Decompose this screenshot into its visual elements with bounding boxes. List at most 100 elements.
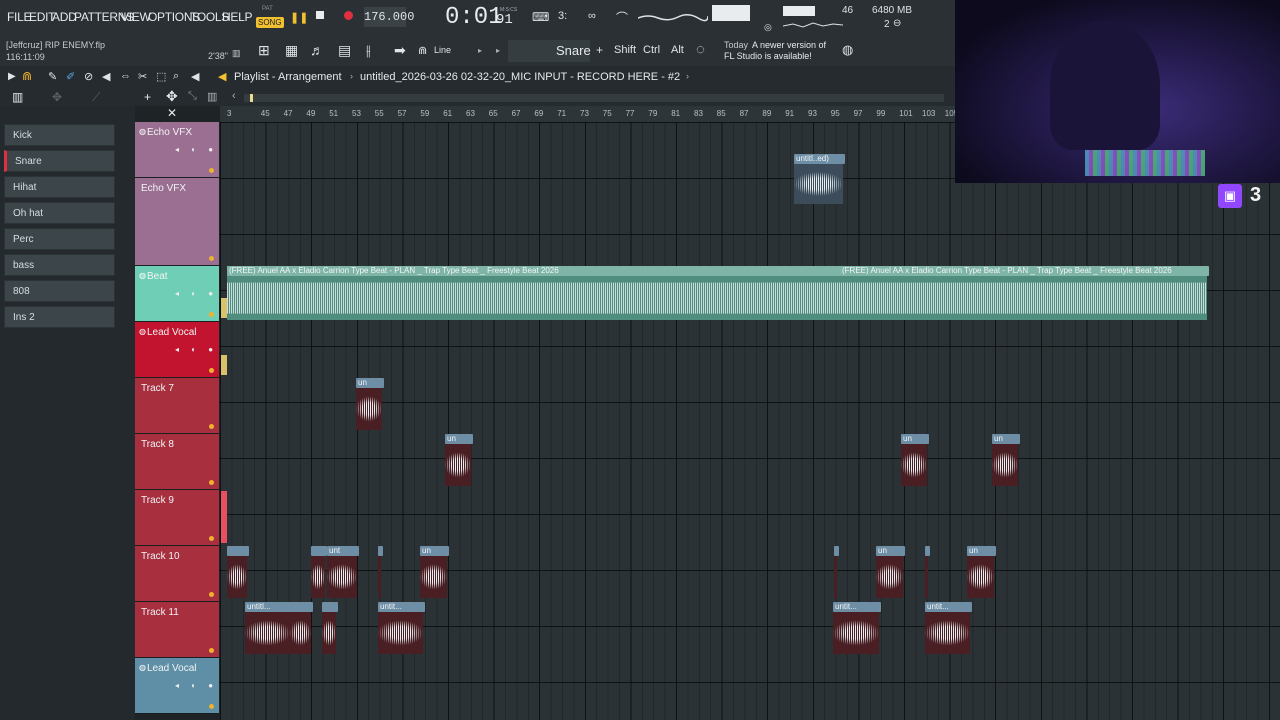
track-name[interactable]: Track 10	[141, 551, 180, 562]
track-header[interactable]: Track 8	[135, 434, 219, 490]
speaker-icon[interactable]: ◀	[218, 70, 226, 83]
picker-item-perc[interactable]: Perc	[4, 228, 115, 250]
clip-track8[interactable]: un	[445, 434, 473, 486]
stop-button[interactable]	[316, 11, 324, 19]
clip-track10[interactable]: un	[876, 546, 905, 598]
magnet-icon[interactable]: ⋒	[418, 44, 427, 57]
track-mute-solo-controls[interactable]: ◂ ◐ ●	[175, 289, 218, 298]
snap-magnet-icon[interactable]: ⋒	[22, 69, 32, 83]
clip-track11[interactable]: untitl...	[245, 602, 292, 654]
track-name[interactable]: Track 11	[141, 607, 179, 618]
record-button[interactable]	[344, 11, 353, 20]
plugin-picker-icon[interactable]: ⫲	[366, 42, 371, 59]
snap-icon[interactable]: ▥	[232, 48, 241, 59]
channel-rack-icon[interactable]: ▦	[285, 42, 298, 59]
speech-bubble-icon[interactable]: ◌	[696, 41, 705, 58]
playlist-icon[interactable]: ⊞	[258, 42, 270, 59]
track-header[interactable]: Track 9	[135, 490, 219, 546]
track-header[interactable]: Track 10	[135, 546, 219, 602]
snap-dropdown-icon[interactable]: ▸	[478, 46, 482, 55]
clip-track8[interactable]: un	[992, 434, 1020, 486]
step-edit-icon[interactable]: 3:	[558, 10, 567, 22]
track-dot[interactable]	[209, 312, 214, 317]
current-pattern[interactable]: untitled_2026-03-26 02-32-20_MIC INPUT -…	[360, 71, 680, 83]
master-volume-icon[interactable]: ◎	[764, 22, 772, 33]
track-name[interactable]: Lead Vocal	[147, 663, 197, 674]
track-mute-solo-controls[interactable]: ◂ ◐ ●	[175, 345, 218, 354]
automation-icon[interactable]: ⟋	[92, 90, 100, 105]
move-arrows-icon[interactable]: ✥	[166, 88, 178, 105]
track-name[interactable]: Echo VFX	[141, 183, 186, 194]
pattern-next-icon[interactable]: ›	[686, 71, 689, 81]
notice-text-line2[interactable]: FL Studio is available!	[724, 51, 812, 61]
playback-tool-icon[interactable]: ◀	[191, 70, 199, 83]
clip-track7[interactable]: un	[356, 378, 384, 430]
track-dot[interactable]	[209, 704, 214, 709]
select-tool-icon[interactable]: ⬚	[156, 70, 166, 83]
track-dot[interactable]	[209, 168, 214, 173]
resize-icon[interactable]: ⤡	[188, 90, 197, 103]
piano-roll-icon[interactable]: ♬	[310, 42, 324, 58]
clip-track10[interactable]	[925, 546, 930, 598]
delete-tool-icon[interactable]: ⊘	[84, 70, 93, 83]
clip-track10[interactable]	[834, 546, 839, 598]
clip-track10[interactable]	[311, 546, 327, 598]
track-header[interactable]: Track 11	[135, 602, 219, 658]
track-name[interactable]: Echo VFX	[147, 127, 192, 138]
pat-mode-label[interactable]: PAT	[262, 6, 273, 12]
zoom-tool-icon[interactable]: ⌕	[173, 70, 179, 83]
track-dot[interactable]	[209, 536, 214, 541]
track-name[interactable]: Track 7	[141, 383, 174, 394]
track-header[interactable]: Beat ◍ ◂ ◐ ●	[135, 266, 219, 322]
piano-icon[interactable]: ▥	[12, 90, 23, 104]
mute-tool-icon[interactable]: ◀	[102, 70, 110, 83]
track-dot[interactable]	[209, 368, 214, 373]
clip-track11[interactable]	[322, 602, 338, 654]
clip-track8[interactable]: un	[901, 434, 929, 486]
channel-selector[interactable]: Snare	[508, 40, 591, 62]
plugin-icon[interactable]: ✥	[52, 90, 62, 104]
menu-view[interactable]: VIEW	[121, 10, 151, 24]
clip-track11[interactable]: untit...	[833, 602, 881, 654]
clip-track10[interactable]	[378, 546, 383, 598]
scroll-thumb[interactable]	[250, 94, 253, 102]
track-name[interactable]: Beat	[147, 271, 168, 282]
track-name[interactable]: Track 8	[141, 439, 174, 450]
menu-help[interactable]: HELP	[222, 10, 252, 24]
play-arrow-icon[interactable]: ▶	[8, 71, 16, 82]
track-header[interactable]: Lead Vocal ◍ ◂ ◐ ●	[135, 658, 219, 714]
channel-prev-icon[interactable]: ▸	[496, 46, 500, 55]
track-dot[interactable]	[209, 424, 214, 429]
clip-echo[interactable]: untitl..ed)	[794, 154, 845, 204]
picker-item-oh-hat[interactable]: Oh hat	[4, 202, 115, 224]
metronome-icon[interactable]: ⌒	[616, 9, 628, 26]
track-mute-solo-controls[interactable]: ◂ ◐ ●	[175, 681, 218, 690]
picker-item-808[interactable]: 808	[4, 280, 115, 302]
track-mute-solo-controls[interactable]: ◂ ◐ ●	[175, 145, 218, 154]
clip-track10[interactable]: un	[420, 546, 449, 598]
track-dot[interactable]	[209, 648, 214, 653]
snap-mode[interactable]: Line	[434, 45, 451, 55]
track-header[interactable]: Echo VFX	[135, 178, 219, 266]
song-mode-button[interactable]: SONG	[256, 17, 284, 28]
picker-item-kick[interactable]: Kick	[4, 124, 115, 146]
slip-tool-icon[interactable]: ⇔	[120, 70, 131, 82]
picker-item-ins-2[interactable]: Ins 2	[4, 306, 115, 328]
alt-key[interactable]: Alt	[671, 44, 684, 56]
clip-track11[interactable]: untit...	[378, 602, 425, 654]
track-name[interactable]: Track 9	[141, 495, 174, 506]
arrow-right-icon[interactable]: ➡	[394, 42, 406, 59]
pause-button[interactable]: ❚❚	[290, 11, 308, 24]
track-header[interactable]: Echo VFX ◍ ◂ ◐ ●	[135, 122, 219, 178]
scroll-left-icon[interactable]: ‹	[232, 90, 236, 102]
paint-tool-icon[interactable]: ✐	[66, 70, 75, 83]
typing-keyboard-icon[interactable]: ⌨	[532, 10, 549, 24]
picker-item-snare[interactable]: Snare	[4, 150, 115, 172]
horizontal-scrollbar[interactable]	[244, 94, 944, 102]
clip-track10[interactable]	[227, 546, 249, 598]
loop-record-icon[interactable]: ∞	[588, 10, 596, 22]
clip-track11[interactable]	[290, 602, 313, 654]
add-channel-icon[interactable]: +	[596, 43, 603, 57]
notice-text-line1[interactable]: A newer version of	[752, 40, 826, 50]
piano-roll-mini-icon[interactable]: ▥	[207, 90, 217, 103]
